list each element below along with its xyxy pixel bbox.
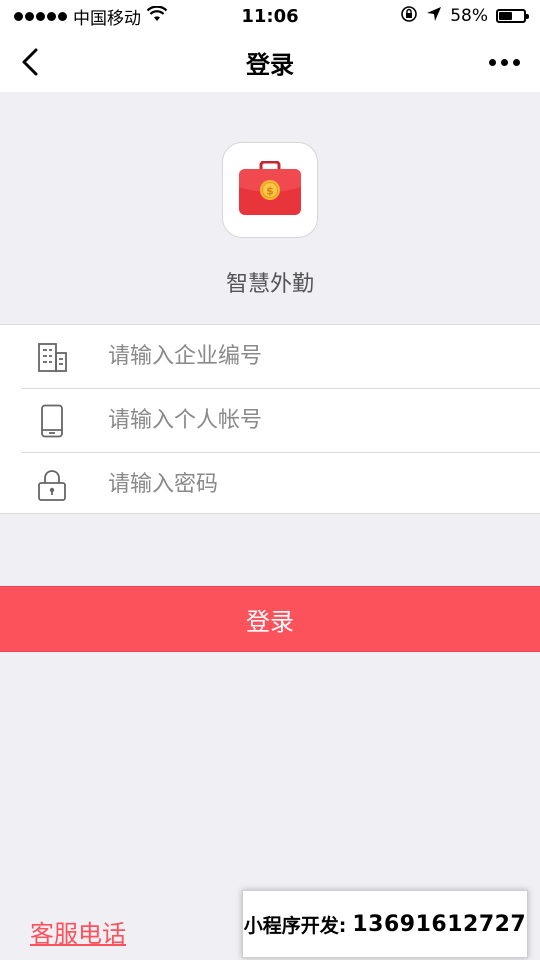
password-row	[0, 453, 540, 516]
company-id-input[interactable]	[108, 336, 520, 377]
chevron-left-icon[interactable]	[10, 42, 50, 82]
developer-phone: 13691612727	[352, 911, 527, 937]
signal-icon	[14, 11, 67, 21]
password-input[interactable]	[108, 464, 520, 505]
developer-label: 小程序开发:	[243, 914, 347, 937]
battery-fill	[499, 12, 513, 20]
page-title: 登录	[246, 50, 294, 79]
briefcase-coin-icon: $	[239, 161, 301, 215]
customer-service-link[interactable]: 客服电话	[30, 914, 126, 949]
battery-icon	[496, 9, 529, 23]
account-input[interactable]	[108, 400, 520, 441]
wifi-icon	[146, 5, 168, 27]
developer-banner: 小程序开发: 13691612727	[242, 890, 528, 958]
company-row	[0, 325, 540, 388]
status-left: 中国移动	[14, 4, 168, 29]
status-right: 58%	[400, 5, 529, 28]
svg-text:$: $	[266, 185, 274, 198]
battery-percent: 58%	[450, 6, 488, 26]
location-arrow-icon	[426, 6, 442, 27]
login-form	[0, 324, 540, 514]
app-name: 智慧外勤	[225, 272, 314, 297]
status-bar: 中国移动 11:06 58%	[0, 0, 540, 32]
more-dots-icon[interactable]	[482, 42, 526, 82]
lock-icon	[34, 467, 70, 503]
account-row	[0, 389, 540, 452]
app-logo: $	[222, 142, 318, 238]
phone-icon	[34, 403, 70, 439]
login-button[interactable]: 登录	[0, 586, 540, 652]
orientation-lock-icon	[400, 5, 418, 28]
building-icon	[34, 339, 70, 375]
nav-bar: 登录	[0, 32, 540, 92]
carrier-label: 中国移动	[73, 8, 141, 29]
